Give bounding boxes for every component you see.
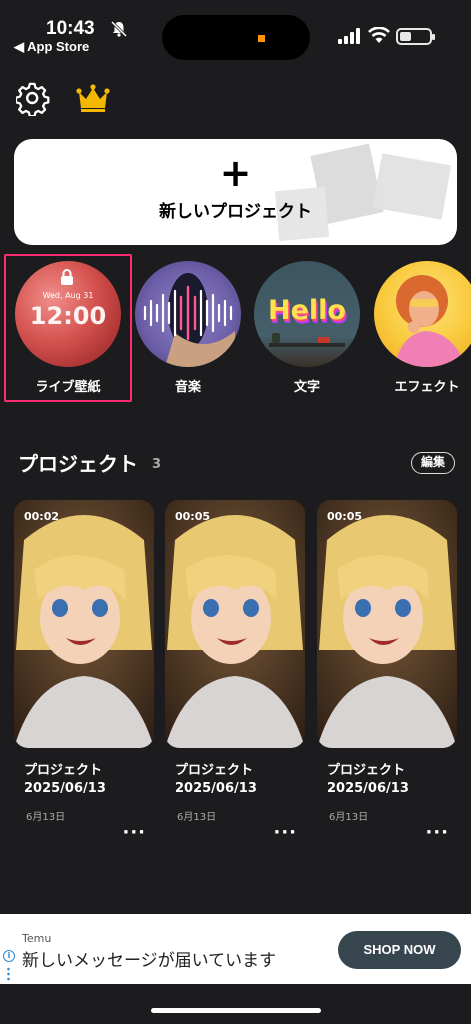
category-label: 音楽	[174, 380, 201, 395]
effect-thumbnail	[374, 261, 471, 367]
video-duration: 00:05	[175, 510, 211, 523]
bell-muted-icon	[110, 20, 128, 38]
project-date: 6月13日	[177, 812, 217, 823]
category-music[interactable]: 音楽	[132, 261, 244, 395]
project-card-1[interactable]: 00:02 プロジェクト 2025/06/13 6月13日 ···	[14, 500, 154, 843]
more-options-icon[interactable]: ···	[122, 822, 146, 843]
battery-icon	[396, 28, 435, 45]
project-thumbnail: 00:05	[165, 500, 305, 748]
status-time: 10:43	[46, 18, 95, 39]
cellular-signal-icon	[338, 28, 360, 44]
new-project-label: 新しいプロジェクト	[159, 202, 312, 222]
ad-options-icon[interactable]	[7, 967, 10, 981]
live-wallpaper-thumbnail: Wed, Aug 31 12:00	[15, 261, 121, 367]
anime-girl-image	[317, 500, 457, 748]
ad-info-icon[interactable]: i	[3, 950, 15, 962]
project-thumbnail: 00:02	[14, 500, 154, 748]
project-name: プロジェクト 2025/06/13	[327, 763, 409, 796]
text-thumbnail: Hello	[254, 261, 360, 367]
project-date: 6月13日	[329, 812, 369, 823]
projects-count: 3	[152, 457, 162, 472]
wallpaper-date: Wed, Aug 31	[42, 291, 94, 300]
category-label: ライブ壁紙	[35, 380, 101, 395]
anime-girl-image	[14, 500, 154, 748]
more-options-icon[interactable]: ···	[425, 822, 449, 843]
woman-portrait-image	[394, 275, 466, 367]
sound-wave-icon	[143, 273, 235, 367]
ad-message: 新しいメッセージが届いています	[22, 951, 277, 971]
project-date: 6月13日	[26, 812, 66, 823]
category-text[interactable]: Hello 文字	[251, 261, 363, 395]
shop-now-button[interactable]: SHOP NOW	[338, 931, 461, 969]
new-project-button[interactable]: + 新しいプロジェクト	[14, 139, 457, 245]
video-duration: 00:02	[24, 510, 60, 523]
home-indicator[interactable]	[151, 1008, 321, 1013]
project-card-3[interactable]: 00:05 プロジェクト 2025/06/13 6月13日 ···	[317, 500, 457, 843]
hello-text: Hello	[268, 295, 346, 326]
premium-crown-icon[interactable]	[76, 82, 110, 114]
ad-brand: Temu	[22, 932, 52, 945]
video-duration: 00:05	[327, 510, 363, 523]
wallpaper-clock: 12:00	[29, 302, 107, 330]
category-label: エフェクト	[394, 380, 460, 395]
project-card-2[interactable]: 00:05 プロジェクト 2025/06/13 6月13日 ···	[165, 500, 305, 843]
category-live-wallpaper[interactable]: Wed, Aug 31 12:00 ライブ壁紙	[12, 261, 124, 395]
dynamic-island	[162, 15, 310, 60]
edit-button[interactable]: 編集	[411, 452, 455, 474]
wifi-icon	[368, 27, 390, 43]
settings-gear-icon[interactable]	[16, 82, 50, 116]
project-thumbnail: 00:05	[317, 500, 457, 748]
lock-icon	[61, 269, 73, 285]
recording-indicator	[258, 35, 265, 42]
music-thumbnail	[135, 261, 241, 367]
ad-banner[interactable]: i Temu 新しいメッセージが届いています SHOP NOW	[0, 914, 471, 984]
projects-heading: プロジェクト	[18, 452, 138, 476]
anime-girl-image	[165, 500, 305, 748]
status-bar: 10:43 ◀ App Store	[0, 0, 471, 62]
plus-icon: +	[219, 151, 252, 195]
project-name: プロジェクト 2025/06/13	[175, 763, 257, 796]
category-label: 文字	[293, 380, 320, 395]
more-options-icon[interactable]: ···	[273, 822, 297, 843]
category-effect[interactable]: エフェクト	[371, 261, 471, 395]
project-name: プロジェクト 2025/06/13	[24, 763, 106, 796]
back-to-app-store[interactable]: ◀ App Store	[14, 39, 89, 55]
